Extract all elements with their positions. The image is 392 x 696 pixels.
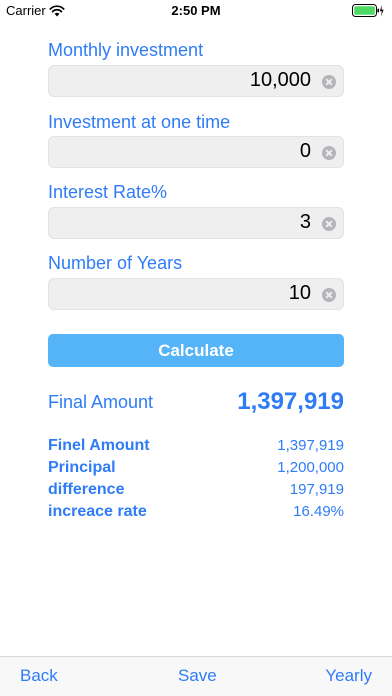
- save-button[interactable]: Save: [178, 666, 217, 686]
- result-row: increace rate 16.49%: [48, 503, 344, 523]
- result-label: Principal: [48, 459, 116, 476]
- result-value: 1,397,919: [277, 437, 344, 454]
- final-amount-value: 1,397,919: [237, 388, 344, 415]
- result-label: Finel Amount: [48, 437, 150, 454]
- clear-icon[interactable]: [322, 288, 336, 302]
- result-value: 1,200,000: [277, 459, 344, 476]
- result-row: Principal 1,200,000: [48, 459, 344, 479]
- clear-icon[interactable]: [322, 146, 336, 160]
- back-button[interactable]: Back: [20, 666, 58, 686]
- clock-time: 2:50 PM: [171, 3, 221, 18]
- result-label: difference: [48, 481, 125, 498]
- result-label: increace rate: [48, 503, 147, 520]
- number-of-years-value: 10: [288, 282, 311, 304]
- clear-icon[interactable]: [322, 217, 336, 231]
- interest-rate-value: 3: [299, 211, 311, 233]
- number-of-years-label: Number of Years: [48, 253, 183, 273]
- status-bar: Carrier 2:50 PM: [0, 0, 392, 22]
- result-value: 16.49%: [293, 503, 344, 520]
- result-row: difference 197,919: [48, 481, 344, 501]
- monthly-investment-input[interactable]: 10,000: [48, 65, 344, 97]
- one-time-investment-label: Investment at one time: [48, 112, 231, 132]
- result-row: Finel Amount 1,397,919: [48, 437, 344, 457]
- monthly-investment-value: 10,000: [249, 69, 311, 91]
- result-value: 197,919: [289, 481, 344, 498]
- one-time-investment-input[interactable]: 0: [48, 136, 344, 168]
- interest-rate-label: Interest Rate%: [48, 182, 168, 202]
- one-time-investment-value: 0: [299, 140, 311, 162]
- bottom-toolbar: Back Save Yearly: [0, 656, 392, 696]
- yearly-button[interactable]: Yearly: [325, 666, 372, 686]
- monthly-investment-label: Monthly investment: [48, 40, 204, 60]
- interest-rate-input[interactable]: 3: [48, 207, 344, 239]
- battery-charging-icon: [352, 4, 384, 17]
- final-amount-label: Final Amount: [48, 392, 154, 412]
- clear-icon[interactable]: [322, 75, 336, 89]
- number-of-years-input[interactable]: 10: [48, 278, 344, 310]
- calculate-button[interactable]: Calculate: [48, 334, 344, 367]
